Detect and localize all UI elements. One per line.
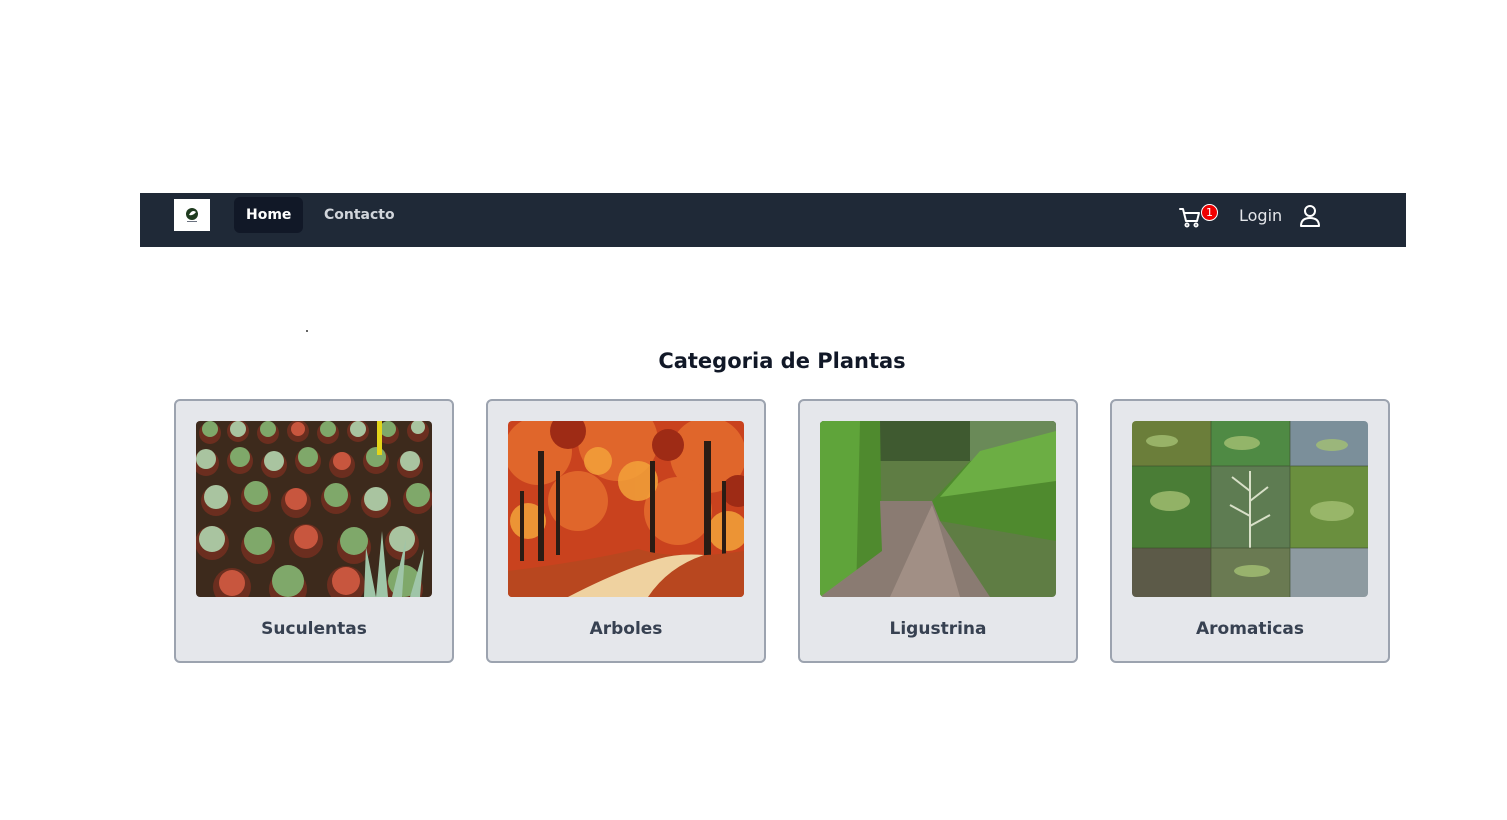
nav-home-link[interactable]: Home — [234, 197, 304, 233]
category-label: Arboles — [589, 619, 663, 639]
arboles-image — [508, 421, 744, 597]
brand-logo[interactable] — [174, 199, 210, 231]
login-link[interactable]: Login — [1239, 205, 1282, 227]
user-account-button[interactable] — [1299, 204, 1321, 228]
nav-contacto-link[interactable]: Contacto — [312, 197, 407, 233]
ligustrina-image — [820, 421, 1056, 597]
cart-icon — [1179, 208, 1200, 228]
category-label: Ligustrina — [889, 619, 987, 639]
stray-dot — [306, 330, 308, 332]
category-card-aromaticas[interactable]: Aromaticas — [1110, 399, 1390, 663]
category-label: Suculentas — [261, 619, 367, 639]
category-card-arboles[interactable]: Arboles — [486, 399, 766, 663]
suculentas-image — [196, 421, 432, 597]
page-title: Categoria de Plantas — [658, 349, 906, 373]
user-icon — [1300, 205, 1320, 227]
leaf-logo-icon — [186, 208, 198, 222]
cart-count-badge: 1 — [1201, 204, 1218, 221]
aromaticas-image — [1132, 421, 1368, 597]
category-card-suculentas[interactable]: Suculentas — [174, 399, 454, 663]
navbar: Home Contacto 1 Login — [140, 193, 1406, 247]
category-card-ligustrina[interactable]: Ligustrina — [798, 399, 1078, 663]
category-label: Aromaticas — [1195, 619, 1305, 639]
cart-button[interactable]: 1 — [1176, 203, 1220, 235]
